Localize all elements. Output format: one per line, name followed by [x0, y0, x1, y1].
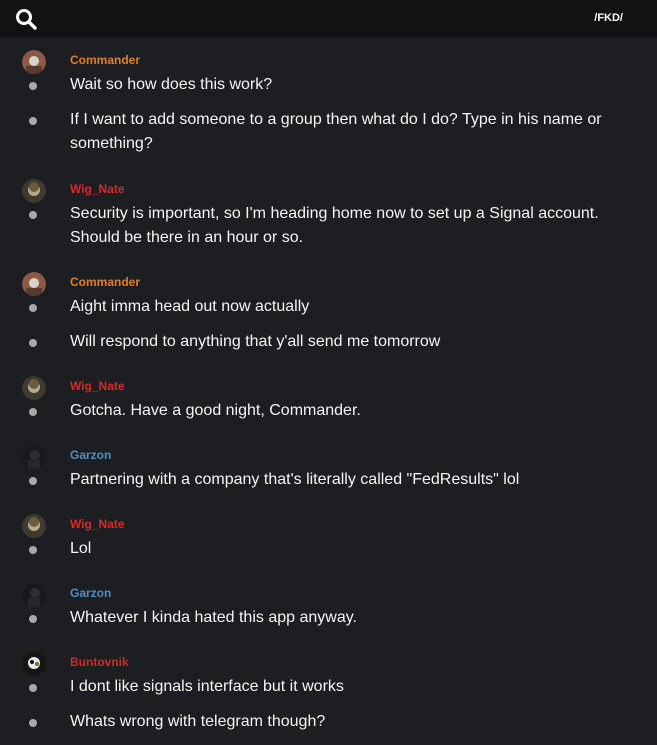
message-text: Lol [70, 540, 92, 557]
avatar-wig-nate[interactable] [22, 179, 46, 203]
bullet-dot [29, 684, 37, 692]
message-text: Partnering with a company that's literal… [70, 471, 520, 488]
message-text: Security is important, so I'm heading ho… [70, 205, 599, 246]
avatar-garzon[interactable] [22, 583, 46, 607]
author-name[interactable]: Wig_Nate [70, 182, 125, 196]
channel-name: /FKD/ [594, 12, 623, 24]
bullet-dot [29, 408, 37, 416]
author-name[interactable]: Commander [70, 53, 140, 67]
message-text: If I want to add someone to a group then… [70, 111, 602, 152]
author-name[interactable]: Garzon [70, 448, 111, 462]
top-bar: /FKD/ [0, 0, 657, 37]
message-text: Aight imma head out now actually [70, 298, 310, 315]
message-text: I dont like signals interface but it wor… [70, 678, 344, 695]
bullet-dot [29, 339, 37, 347]
avatar-wig-nate[interactable] [22, 514, 46, 538]
bullet-dot [29, 82, 37, 90]
bullet-dot [29, 719, 37, 727]
bullet-dot [29, 546, 37, 554]
avatar-commander[interactable] [22, 272, 46, 296]
search-icon[interactable] [15, 8, 37, 30]
avatar-wig-nate[interactable] [22, 376, 46, 400]
author-name[interactable]: Garzon [70, 586, 111, 600]
bullet-dot [29, 304, 37, 312]
author-name[interactable]: Buntovnik [70, 655, 129, 669]
message-text: Whats wrong with telegram though? [70, 713, 326, 730]
avatar-garzon[interactable] [22, 445, 46, 469]
message-text: Wait so how does this work? [70, 76, 273, 93]
avatar-buntovnik[interactable] [22, 652, 46, 676]
message-text: Whatever I kinda hated this app anyway. [70, 609, 357, 626]
bullet-dot [29, 477, 37, 485]
bullet-dot [29, 211, 37, 219]
author-name[interactable]: Wig_Nate [70, 517, 125, 531]
bullet-dot [29, 117, 37, 125]
message-text: Gotcha. Have a good night, Commander. [70, 402, 361, 419]
author-name[interactable]: Commander [70, 275, 140, 289]
author-name[interactable]: Wig_Nate [70, 379, 125, 393]
bullet-dot [29, 615, 37, 623]
avatar-commander[interactable] [22, 50, 46, 74]
message-text: Will respond to anything that y'all send… [70, 333, 441, 350]
